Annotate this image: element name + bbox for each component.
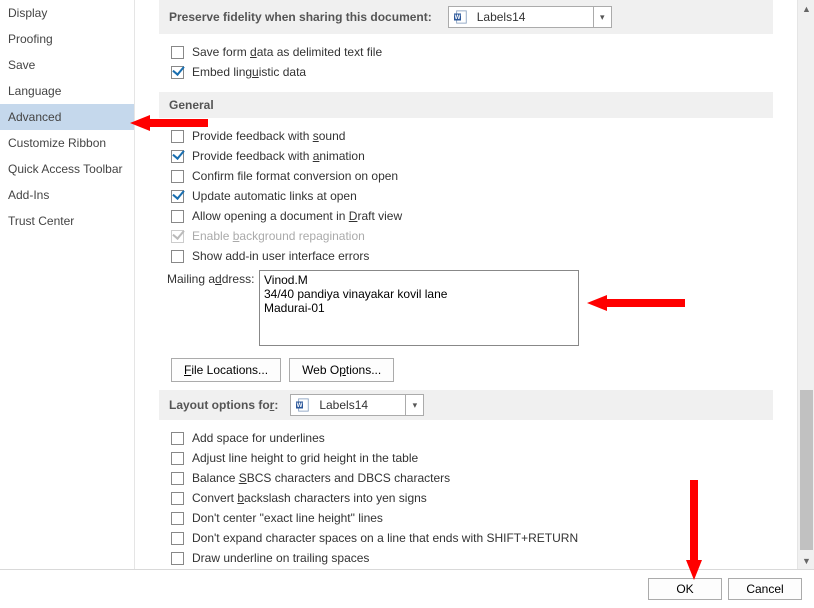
preserve-doc-value: Labels14 (473, 10, 593, 24)
opt-confirm-conversion[interactable]: Confirm file format conversion on open (135, 166, 797, 186)
opt-label: Adjust line height to grid height in the… (192, 451, 418, 465)
checkbox[interactable] (171, 472, 184, 485)
checkbox[interactable] (171, 210, 184, 223)
checkbox[interactable] (171, 66, 184, 79)
checkbox[interactable] (171, 46, 184, 59)
opt-label: Enable background repagination (192, 229, 365, 243)
layout-label: Layout options for: (169, 398, 290, 412)
mailing-address-row: Mailing address: (135, 266, 797, 350)
checkbox[interactable] (171, 512, 184, 525)
word-doc-icon: W (295, 397, 311, 413)
sidebar-item-save[interactable]: Save (0, 52, 134, 78)
opt-feedback-animation[interactable]: Provide feedback with animation (135, 146, 797, 166)
sidebar-item-quick-access[interactable]: Quick Access Toolbar (0, 156, 134, 182)
mailing-address-input[interactable] (259, 270, 579, 346)
opt-label: Draw underline on trailing spaces (192, 551, 369, 565)
svg-text:W: W (454, 14, 460, 21)
opt-dont-center-lineheight[interactable]: Don't center "exact line height" lines (135, 508, 797, 528)
sidebar-item-trust-center[interactable]: Trust Center (0, 208, 134, 234)
checkbox[interactable] (171, 170, 184, 183)
checkbox[interactable] (171, 532, 184, 545)
scroll-up-arrow[interactable]: ▲ (798, 0, 814, 17)
chevron-down-icon[interactable]: ▾ (405, 395, 423, 415)
general-header: General (159, 92, 773, 118)
opt-label: Update automatic links at open (192, 189, 357, 203)
checkbox[interactable] (171, 130, 184, 143)
opt-label: Don't center "exact line height" lines (192, 511, 383, 525)
opt-label: Provide feedback with animation (192, 149, 365, 163)
sidebar-item-addins[interactable]: Add-Ins (0, 182, 134, 208)
opt-adjust-line-height[interactable]: Adjust line height to grid height in the… (135, 448, 797, 468)
checkbox[interactable] (171, 250, 184, 263)
options-content: Preserve fidelity when sharing this docu… (135, 0, 814, 569)
cancel-button[interactable]: Cancel (728, 578, 802, 600)
sidebar-item-customize-ribbon[interactable]: Customize Ribbon (0, 130, 134, 156)
layout-doc-combo[interactable]: W Labels14 ▾ (290, 394, 424, 416)
opt-embed-linguistic[interactable]: Embed linguistic data (135, 62, 797, 82)
sidebar-item-advanced[interactable]: Advanced (0, 104, 134, 130)
preserve-label: Preserve fidelity when sharing this docu… (169, 10, 448, 24)
sidebar-item-language[interactable]: Language (0, 78, 134, 104)
opt-label: Balance SBCS characters and DBCS charact… (192, 471, 450, 485)
opt-label: Provide feedback with sound (192, 129, 345, 143)
opt-draw-underline-trailing[interactable]: Draw underline on trailing spaces (135, 548, 797, 568)
checkbox[interactable] (171, 552, 184, 565)
chevron-down-icon[interactable]: ▾ (593, 7, 611, 27)
opt-dont-expand-shift-return[interactable]: Don't expand character spaces on a line … (135, 528, 797, 548)
opt-draft-view[interactable]: Allow opening a document in Draft view (135, 206, 797, 226)
checkbox (171, 230, 184, 243)
opt-save-form-data[interactable]: Save form data as delimited text file (135, 42, 797, 62)
opt-addin-errors[interactable]: Show add-in user interface errors (135, 246, 797, 266)
opt-label: Add space for underlines (192, 431, 325, 445)
web-options-button[interactable]: Web Options... (289, 358, 394, 382)
preserve-fidelity-header: Preserve fidelity when sharing this docu… (159, 0, 773, 34)
opt-label: Confirm file format conversion on open (192, 169, 398, 183)
vertical-scrollbar[interactable]: ▲ ▼ (797, 0, 814, 569)
opt-convert-backslash[interactable]: Convert backslash characters into yen si… (135, 488, 797, 508)
opt-label: Allow opening a document in Draft view (192, 209, 402, 223)
preserve-doc-combo[interactable]: W Labels14 ▾ (448, 6, 612, 28)
opt-label: Don't expand character spaces on a line … (192, 531, 578, 545)
opt-label: Show add-in user interface errors (192, 249, 369, 263)
opt-label: Embed linguistic data (192, 65, 306, 79)
checkbox[interactable] (171, 190, 184, 203)
checkbox[interactable] (171, 432, 184, 445)
svg-text:W: W (297, 402, 303, 409)
opt-label: Save form data as delimited text file (192, 45, 382, 59)
opt-label: Convert backslash characters into yen si… (192, 491, 427, 505)
options-sidebar: Display Proofing Save Language Advanced … (0, 0, 135, 569)
opt-feedback-sound[interactable]: Provide feedback with sound (135, 126, 797, 146)
scroll-thumb[interactable] (800, 390, 813, 550)
layout-doc-value: Labels14 (315, 398, 405, 412)
mailing-label: Mailing address: (159, 270, 259, 286)
scroll-down-arrow[interactable]: ▼ (798, 552, 814, 569)
word-doc-icon: W (453, 9, 469, 25)
ok-button[interactable]: OK (648, 578, 722, 600)
sidebar-item-proofing[interactable]: Proofing (0, 26, 134, 52)
checkbox[interactable] (171, 452, 184, 465)
sidebar-item-display[interactable]: Display (0, 0, 134, 26)
opt-update-links[interactable]: Update automatic links at open (135, 186, 797, 206)
layout-options-header: Layout options for: W Labels14 ▾ (159, 390, 773, 420)
checkbox[interactable] (171, 492, 184, 505)
checkbox[interactable] (171, 150, 184, 163)
file-locations-button[interactable]: File Locations... (171, 358, 281, 382)
opt-add-space-underlines[interactable]: Add space for underlines (135, 428, 797, 448)
opt-background-repagination: Enable background repagination (135, 226, 797, 246)
dialog-footer: OK Cancel (0, 570, 814, 608)
opt-balance-sbcs-dbcs[interactable]: Balance SBCS characters and DBCS charact… (135, 468, 797, 488)
